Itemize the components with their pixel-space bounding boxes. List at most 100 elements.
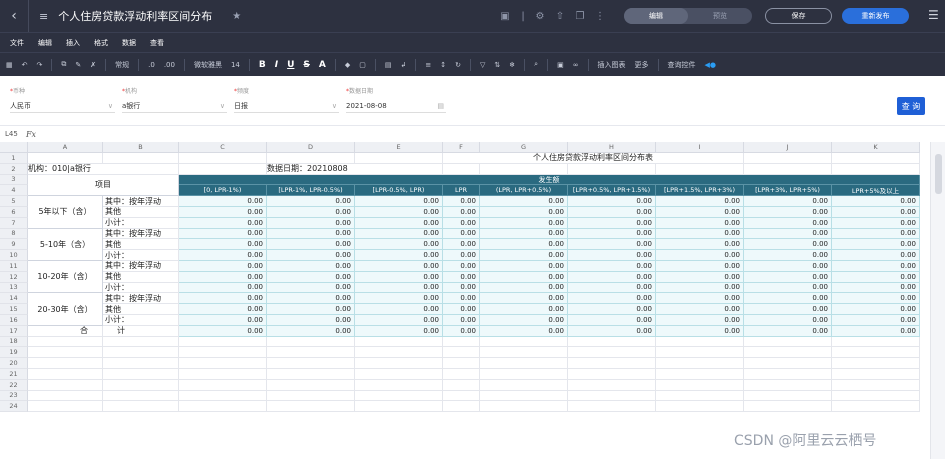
grid-cell[interactable] bbox=[103, 401, 179, 413]
value-cell[interactable]: 0.00 bbox=[656, 282, 744, 294]
grid-cell[interactable] bbox=[443, 369, 480, 380]
grid-cell[interactable] bbox=[443, 401, 480, 413]
scroll-thumb[interactable] bbox=[935, 154, 942, 194]
grid-cell[interactable] bbox=[355, 369, 443, 380]
value-cell[interactable]: 0.00 bbox=[744, 228, 832, 240]
value-cell[interactable]: 0.00 bbox=[656, 196, 744, 207]
total-value-cell[interactable]: 0.00 bbox=[744, 325, 832, 337]
column-header-I[interactable]: I bbox=[656, 142, 744, 153]
value-cell[interactable]: 0.00 bbox=[744, 207, 832, 218]
grid-cell[interactable] bbox=[179, 163, 267, 175]
menu-format[interactable]: 格式 bbox=[94, 38, 108, 48]
grid-cell[interactable] bbox=[28, 358, 103, 369]
value-cell[interactable]: 0.00 bbox=[355, 293, 443, 305]
value-cell[interactable]: 0.00 bbox=[832, 217, 920, 229]
menu-view[interactable]: 查看 bbox=[150, 38, 164, 48]
row-header[interactable]: 5 bbox=[0, 196, 28, 207]
grid-cell[interactable] bbox=[28, 401, 103, 413]
row-header[interactable]: 17 bbox=[0, 325, 28, 337]
row-header[interactable]: 21 bbox=[0, 369, 28, 380]
row-header[interactable]: 6 bbox=[0, 207, 28, 218]
grid-cell[interactable] bbox=[103, 336, 179, 348]
grid-cell[interactable] bbox=[744, 336, 832, 348]
value-cell[interactable]: 0.00 bbox=[744, 239, 832, 251]
grid-cell[interactable] bbox=[28, 153, 103, 164]
value-cell[interactable]: 0.00 bbox=[568, 261, 656, 272]
value-cell[interactable]: 0.00 bbox=[480, 271, 568, 283]
total-value-cell[interactable]: 0.00 bbox=[443, 325, 480, 337]
value-cell[interactable]: 0.00 bbox=[744, 271, 832, 283]
grid-cell[interactable] bbox=[355, 347, 443, 359]
menu-edit[interactable]: 编辑 bbox=[38, 38, 52, 48]
value-cell[interactable]: 0.00 bbox=[355, 261, 443, 272]
value-cell[interactable]: 0.00 bbox=[656, 271, 744, 283]
grid-cell[interactable] bbox=[355, 336, 443, 348]
value-cell[interactable]: 0.00 bbox=[656, 315, 744, 326]
menu-insert[interactable]: 插入 bbox=[66, 38, 80, 48]
row-header[interactable]: 15 bbox=[0, 304, 28, 315]
value-cell[interactable]: 0.00 bbox=[355, 315, 443, 326]
value-cell[interactable]: 0.00 bbox=[443, 217, 480, 229]
value-cell[interactable]: 0.00 bbox=[267, 228, 355, 240]
grid-cell[interactable] bbox=[568, 369, 656, 380]
value-cell[interactable]: 0.00 bbox=[355, 196, 443, 207]
clear-format-icon[interactable]: ✗ bbox=[90, 61, 96, 69]
add-icon[interactable]: ◀● bbox=[705, 61, 717, 69]
grid-cell[interactable] bbox=[568, 358, 656, 369]
value-cell[interactable]: 0.00 bbox=[443, 315, 480, 326]
value-cell[interactable]: 0.00 bbox=[179, 293, 267, 305]
value-cell[interactable]: 0.00 bbox=[656, 207, 744, 218]
grid-cell[interactable] bbox=[267, 369, 355, 380]
value-cell[interactable]: 0.00 bbox=[480, 315, 568, 326]
value-cell[interactable]: 0.00 bbox=[744, 250, 832, 261]
freeze-icon[interactable]: ❄ bbox=[509, 61, 515, 69]
grid-cell[interactable] bbox=[832, 153, 920, 164]
column-header-J[interactable]: J bbox=[744, 142, 832, 153]
publish-button[interactable]: 重新发布 bbox=[842, 8, 909, 24]
column-header-A[interactable]: A bbox=[28, 142, 103, 153]
value-cell[interactable]: 0.00 bbox=[568, 250, 656, 261]
grid-cell[interactable] bbox=[28, 390, 103, 402]
row-header[interactable]: 24 bbox=[0, 401, 28, 413]
param-currency[interactable]: *币种 人民币 ∨ bbox=[10, 86, 115, 113]
param-date[interactable]: *数据日期 2021-08-08 ▤ bbox=[346, 86, 446, 113]
query-button[interactable]: 查 询 bbox=[897, 97, 925, 115]
grid-cell[interactable] bbox=[480, 347, 568, 359]
function-icon[interactable]: Fx bbox=[26, 130, 36, 139]
param-frequency[interactable]: *频度 日报 ∨ bbox=[234, 86, 339, 113]
row-header[interactable]: 16 bbox=[0, 315, 28, 326]
grid-cell[interactable] bbox=[480, 358, 568, 369]
value-cell[interactable]: 0.00 bbox=[832, 315, 920, 326]
value-cell[interactable]: 0.00 bbox=[179, 282, 267, 294]
link-icon[interactable]: ∞ bbox=[573, 61, 579, 69]
grid-cell[interactable] bbox=[267, 379, 355, 391]
value-cell[interactable]: 0.00 bbox=[568, 207, 656, 218]
grid-cell[interactable] bbox=[179, 401, 267, 413]
value-cell[interactable]: 0.00 bbox=[832, 250, 920, 261]
menu-file[interactable]: 文件 bbox=[10, 38, 24, 48]
value-cell[interactable]: 0.00 bbox=[832, 293, 920, 305]
value-cell[interactable]: 0.00 bbox=[832, 228, 920, 240]
grid-cell[interactable] bbox=[179, 390, 267, 402]
row-header[interactable]: 7 bbox=[0, 217, 28, 229]
column-header-E[interactable]: E bbox=[355, 142, 443, 153]
grid-cell[interactable] bbox=[832, 336, 920, 348]
underline-button[interactable]: U bbox=[287, 60, 294, 70]
upload-icon[interactable]: ⇧ bbox=[550, 11, 570, 22]
search-icon[interactable]: ⌕ bbox=[534, 60, 538, 69]
value-cell[interactable]: 0.00 bbox=[267, 261, 355, 272]
grid-cell[interactable] bbox=[267, 347, 355, 359]
value-cell[interactable]: 0.00 bbox=[744, 293, 832, 305]
value-cell[interactable]: 0.00 bbox=[656, 293, 744, 305]
mode-switch[interactable]: 编辑 预览 bbox=[624, 8, 752, 24]
value-cell[interactable]: 0.00 bbox=[568, 239, 656, 251]
value-cell[interactable]: 0.00 bbox=[744, 282, 832, 294]
grid-cell[interactable] bbox=[744, 401, 832, 413]
chevron-left-icon[interactable]: ‹ bbox=[0, 0, 28, 32]
value-cell[interactable]: 0.00 bbox=[744, 315, 832, 326]
value-cell[interactable]: 0.00 bbox=[443, 304, 480, 315]
grid-cell[interactable] bbox=[656, 390, 744, 402]
grid-cell[interactable] bbox=[480, 379, 568, 391]
value-cell[interactable]: 0.00 bbox=[568, 282, 656, 294]
number-format-select[interactable]: 常规 bbox=[115, 60, 129, 70]
